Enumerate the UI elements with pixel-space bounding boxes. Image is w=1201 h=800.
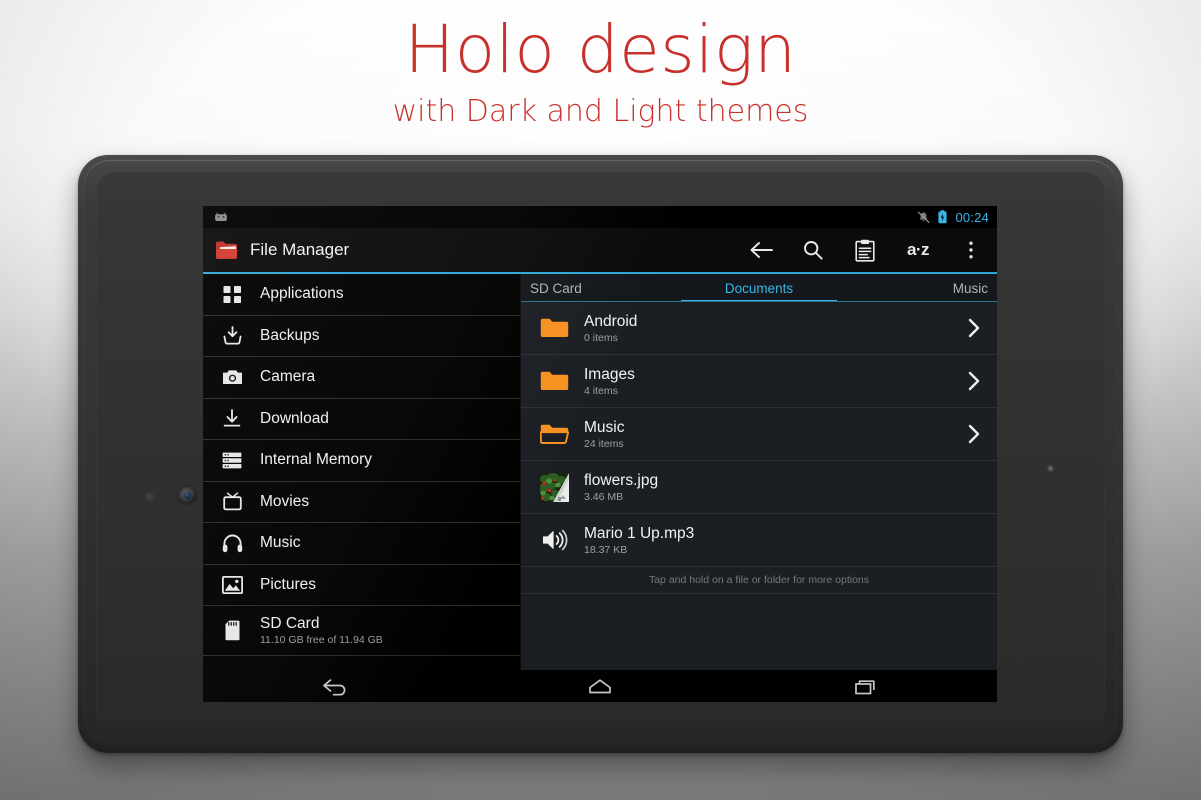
sidebar-item-sd-card[interactable]: SD Card 11.10 GB free of 11.94 GB [203, 606, 520, 656]
apps-grid-icon [221, 283, 243, 305]
ringer-muted-icon [918, 211, 930, 223]
file-meta: 24 items [584, 437, 624, 450]
tab-documents[interactable]: Documents [680, 274, 838, 302]
led-indicator-icon [1047, 465, 1054, 472]
clipboard-button[interactable] [839, 228, 891, 272]
camera-lens-glass [184, 492, 191, 499]
proximity-sensor-icon [144, 491, 155, 502]
action-bar: File Manager a·z [203, 228, 997, 272]
sidebar-item-label: Backups [260, 326, 320, 344]
overflow-button[interactable] [945, 228, 997, 272]
file-name: Images [584, 365, 635, 383]
back-button[interactable] [735, 228, 787, 272]
action-bar-buttons: a·z [735, 228, 997, 272]
tab-label: Music [952, 280, 989, 296]
clipboard-icon [855, 239, 875, 262]
navigation-bar [203, 670, 997, 702]
folder-icon [538, 365, 570, 397]
sidebar-item-label: Movies [260, 492, 310, 510]
camera-lens-icon [179, 487, 196, 504]
content-panel: SD Card Documents Music Android 0 items … [520, 274, 997, 670]
file-name: Android [584, 312, 638, 330]
sidebar-item-label: Download [260, 409, 329, 427]
chevron-right-icon [963, 370, 985, 392]
file-meta: 0 items [584, 331, 618, 344]
tab-label: Documents [724, 280, 794, 296]
sd-card-icon [221, 620, 243, 642]
chevron-right-icon [963, 423, 985, 445]
battery-charging-icon [938, 210, 948, 224]
sidebar-item-label: Pictures [260, 575, 316, 593]
file-name: flowers.jpg [584, 471, 659, 489]
tab-music[interactable]: Music [837, 274, 997, 302]
folder-icon [538, 312, 570, 344]
camera-icon [221, 366, 243, 388]
list-item[interactable]: Music 24 items [521, 408, 997, 461]
tv-icon [221, 491, 243, 513]
tab-baseline [521, 301, 997, 302]
app-body: Applications Backups Camera Download Int… [203, 274, 997, 670]
sidebar-item-label: Music [260, 534, 301, 552]
app-title: File Manager [250, 240, 350, 259]
list-hint-row: Tap and hold on a file or folder for mor… [521, 567, 997, 594]
search-button[interactable] [787, 228, 839, 272]
overflow-menu-icon [969, 241, 973, 259]
list-item[interactable]: Android 0 items [521, 302, 997, 355]
tab-bar: SD Card Documents Music [521, 274, 997, 302]
sidebar-item-backups[interactable]: Backups [203, 316, 520, 357]
folder-open-icon [538, 418, 570, 450]
status-clock: 00:24 [955, 209, 989, 225]
file-list: Android 0 items Images 4 items Music 24 … [521, 302, 997, 670]
sidebar-item-movies[interactable]: Movies [203, 482, 520, 523]
tab-sd-card[interactable]: SD Card [521, 274, 681, 302]
folder-app-icon [216, 241, 238, 259]
sidebar-item-pictures[interactable]: Pictures [203, 565, 520, 606]
list-hint-text: Tap and hold on a file or folder for mor… [648, 574, 870, 586]
sidebar-item-label: Camera [260, 368, 316, 386]
sidebar-item-download[interactable]: Download [203, 399, 520, 440]
nav-recents-button[interactable] [732, 670, 997, 702]
sidebar-item-internal-memory[interactable]: Internal Memory [203, 440, 520, 482]
picture-icon [221, 574, 243, 596]
arrow-left-icon [750, 242, 773, 258]
sidebar-item-label: Internal Memory [260, 451, 372, 469]
file-meta: 4 items [584, 384, 618, 397]
nav-back-icon [323, 679, 346, 696]
nav-home-button[interactable] [468, 670, 733, 702]
file-meta: 3.46 MB [584, 490, 624, 503]
file-name: Music [584, 418, 625, 436]
nav-back-button[interactable] [203, 670, 468, 702]
sidebar-item-sublabel: 11.10 GB free of 11.94 GB [260, 633, 383, 646]
android-head-icon [215, 212, 227, 221]
status-bar-right: 00:24 [917, 210, 989, 225]
sidebar-item-applications[interactable]: Applications [203, 274, 520, 316]
file-name: Mario 1 Up.mp3 [584, 524, 695, 542]
download-icon [221, 408, 243, 430]
status-bar: 00:24 [203, 206, 997, 228]
list-item[interactable]: Images 4 items [521, 355, 997, 408]
audio-speaker-icon [538, 524, 570, 556]
sort-button[interactable]: a·z [891, 228, 945, 272]
device-screen: 00:24 File Manager a·z Applications Back… [203, 206, 997, 702]
sidebar: Applications Backups Camera Download Int… [203, 274, 520, 670]
nav-home-icon [589, 679, 611, 694]
backup-download-icon [221, 325, 243, 347]
tab-label: SD Card [530, 280, 582, 296]
chevron-right-icon [963, 317, 985, 339]
list-item[interactable]: flowers.jpg 3.46 MB [521, 461, 997, 514]
headphones-icon [221, 532, 243, 554]
flowers-thumbnail [539, 472, 569, 502]
list-item[interactable]: Mario 1 Up.mp3 18.37 KB [521, 514, 997, 567]
sort-button-label: a·z [906, 240, 930, 259]
sidebar-item-music[interactable]: Music [203, 523, 520, 565]
sidebar-item-label: SD Card [260, 614, 320, 632]
sidebar-item-camera[interactable]: Camera [203, 357, 520, 399]
file-meta: 18.37 KB [584, 543, 628, 556]
sidebar-item-label: Applications [260, 285, 344, 303]
image-thumbnail [538, 471, 570, 503]
nav-recents-icon [854, 680, 875, 695]
search-icon [804, 241, 823, 260]
storage-icon [221, 449, 243, 471]
